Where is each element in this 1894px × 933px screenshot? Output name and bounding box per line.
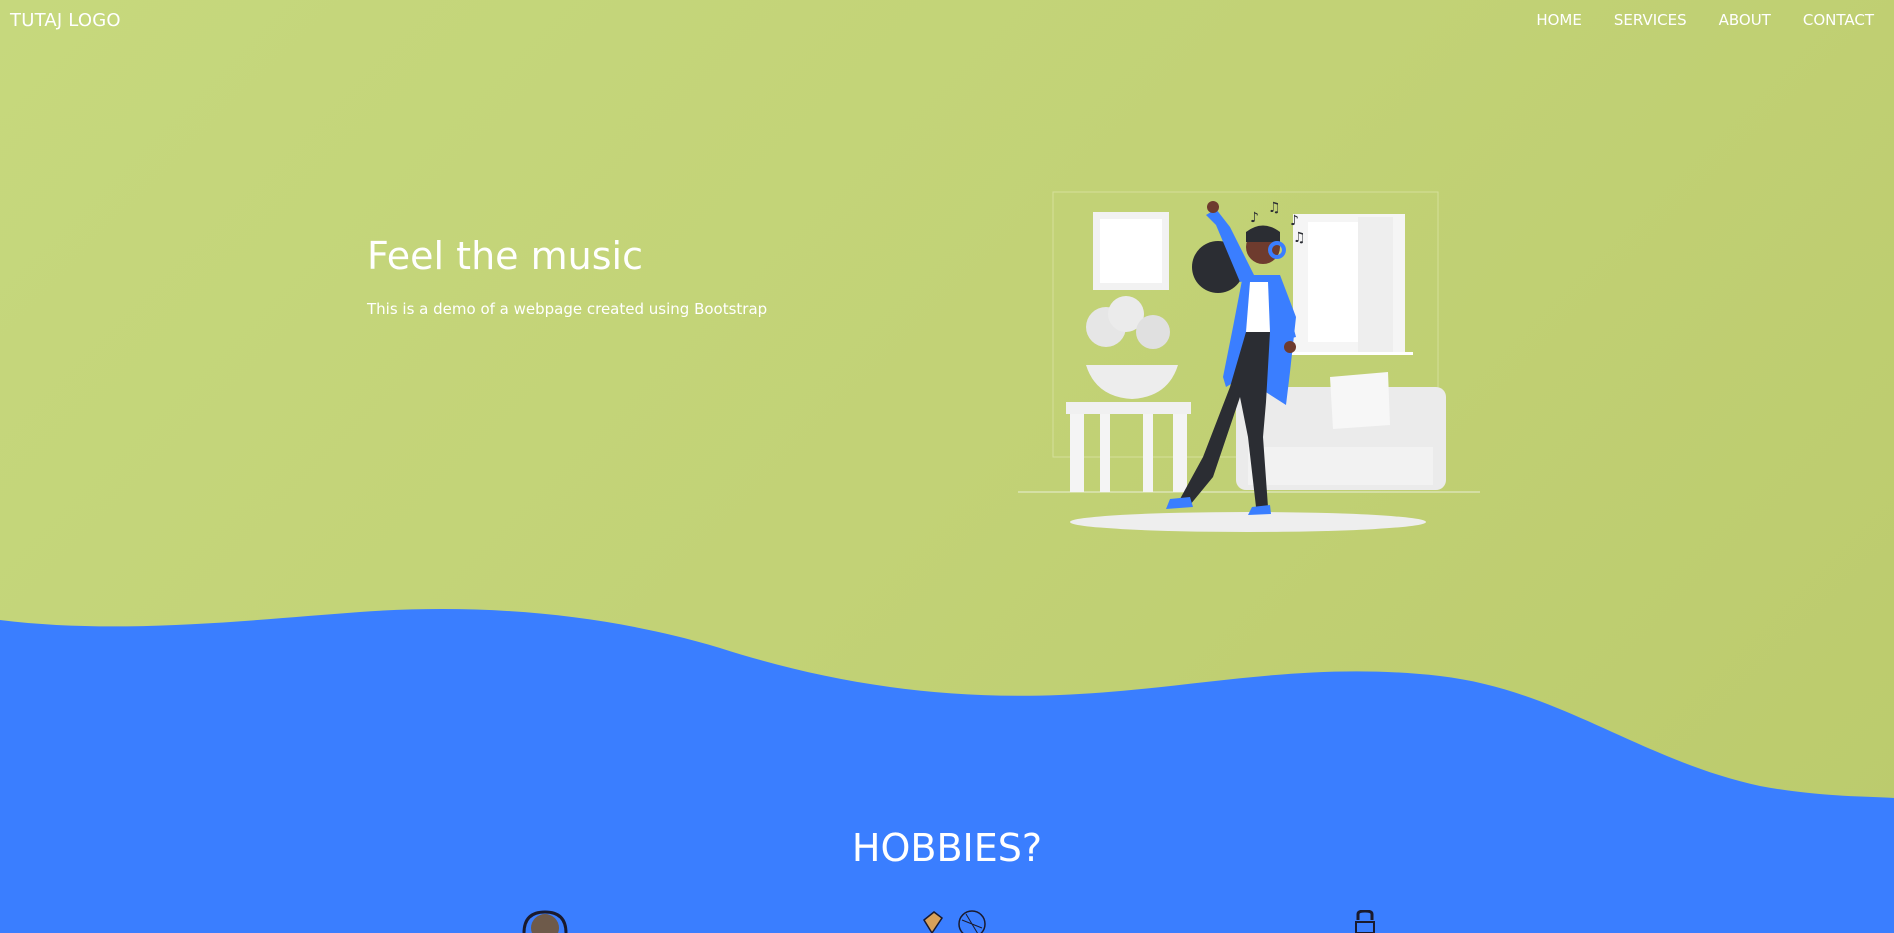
nav-links: HOME SERVICES ABOUT CONTACT [1536, 11, 1874, 29]
blue-wave-background [0, 609, 1894, 933]
headphones-icon [522, 910, 568, 933]
navbar: TUTAJ LOGO HOME SERVICES ABOUT CONTACT [0, 0, 1894, 40]
nav-services[interactable]: SERVICES [1614, 11, 1687, 29]
nav-about[interactable]: ABOUT [1719, 11, 1771, 29]
person-dancing-illustration: ♪ ♫ ♪ ♫ [1018, 191, 1480, 532]
hero-title: Feel the music [367, 234, 643, 278]
kettlebell-icon [1355, 910, 1375, 933]
brand-logo[interactable]: TUTAJ LOGO [10, 10, 121, 31]
page: TUTAJ LOGO HOME SERVICES ABOUT CONTACT F… [0, 0, 1894, 933]
sports-icon [923, 910, 986, 933]
hero-subtitle: This is a demo of a webpage created usin… [367, 300, 768, 318]
nav-home[interactable]: HOME [1536, 11, 1582, 29]
nav-contact[interactable]: CONTACT [1803, 11, 1874, 29]
hobby-icons-row [0, 910, 1894, 933]
svg-text:♫: ♫ [1293, 230, 1306, 246]
svg-text:♪: ♪ [1290, 213, 1299, 229]
hobbies-title: HOBBIES? [851, 826, 1043, 870]
svg-text:♪: ♪ [1250, 210, 1259, 226]
svg-text:♫: ♫ [1268, 200, 1281, 216]
